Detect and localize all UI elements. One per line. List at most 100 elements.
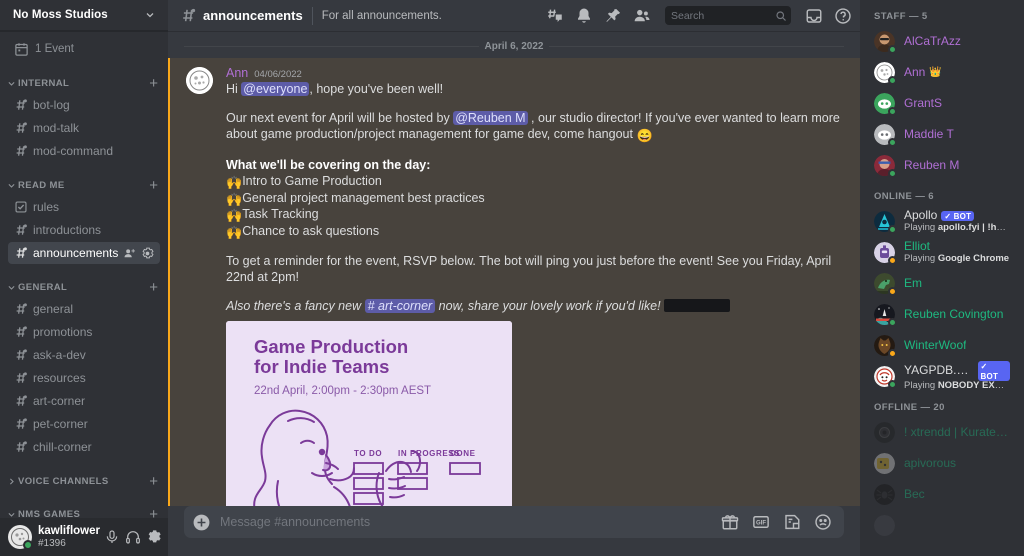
member-group-header: ONLINE — 6: [874, 191, 934, 202]
member-row[interactable]: Bec: [868, 479, 1016, 510]
attachment-image[interactable]: Game Production for Indie Teams 22nd Apr…: [226, 321, 512, 506]
channel-label: mod-talk: [33, 121, 80, 135]
announcement-hash-icon: [16, 247, 27, 258]
headphones-icon[interactable]: [124, 528, 142, 546]
member-row[interactable]: Maddie T: [868, 119, 1016, 150]
message-author[interactable]: Ann: [226, 66, 248, 80]
member-name: Maddie T: [904, 127, 954, 141]
bot-badge: ✓ BOT: [941, 210, 975, 222]
sidebar-channel-introductions[interactable]: introductions: [8, 219, 160, 241]
chevron-down-icon: [146, 13, 154, 18]
message-list: April 6, 2022 Ann 04/06/2022 Hi @everyon…: [168, 31, 860, 506]
hash-icon: [16, 99, 27, 110]
help-icon[interactable]: [834, 7, 852, 25]
microphone-icon[interactable]: [103, 528, 121, 546]
events-row[interactable]: 1 Event: [8, 38, 160, 60]
sidebar-channel-bot-log[interactable]: bot-log: [8, 94, 160, 116]
bullet-text: Task Tracking: [242, 207, 319, 221]
mention-channel[interactable]: # art-corner: [364, 299, 436, 313]
members-icon[interactable]: [633, 7, 651, 25]
member-row[interactable]: YAGPDB.xyz✓ BOTPlaying NOBODY EXPECTS T.…: [868, 361, 1016, 392]
member-activity: Playing Google Chrome: [904, 253, 1010, 264]
raised-hands-emoji: 🙌: [226, 208, 243, 223]
add-channel-button[interactable]: +: [149, 76, 160, 91]
bullet-item: 🙌Intro to Game Production: [226, 174, 844, 191]
add-channel-button[interactable]: +: [149, 178, 160, 193]
channel-topic: For all announcements.: [321, 9, 442, 22]
gear-icon[interactable]: [141, 247, 154, 260]
plus-circle-icon[interactable]: [192, 513, 211, 532]
sidebar-channel-chill-corner[interactable]: chill-corner: [8, 436, 160, 458]
mention-user[interactable]: @Reuben M: [453, 111, 528, 125]
gift-icon[interactable]: [721, 513, 739, 531]
text: now, share your lovely work if you'd lik…: [435, 299, 661, 313]
add-member-icon[interactable]: [123, 247, 136, 260]
member-row[interactable]: Apollo ✓ BOT Playing apollo.fyi | !help: [868, 206, 1016, 237]
user-identity[interactable]: kawliflower #1396: [38, 525, 103, 549]
member-row[interactable]: ! xtrendd | KurateDAO: [868, 417, 1016, 448]
category-nms-games[interactable]: NMS GAMES +: [0, 504, 168, 518]
member-row[interactable]: AlCaTrAzz: [868, 26, 1016, 57]
threads-icon[interactable]: [546, 7, 564, 25]
emoji-icon[interactable]: [814, 513, 832, 531]
sticker-icon[interactable]: [783, 513, 801, 531]
member-row[interactable]: Em: [868, 268, 1016, 299]
composer-box[interactable]: Message #announcements GIF: [184, 506, 844, 538]
member-row[interactable]: WinterWoof: [868, 330, 1016, 361]
member-name: apivorous: [904, 456, 957, 470]
channel-topbar: announcements For all announcements.: [168, 0, 860, 31]
member-row[interactable]: [868, 510, 1016, 541]
raised-hands-emoji: 🙌: [226, 191, 243, 207]
member-row[interactable]: Reuben Covington: [868, 299, 1016, 330]
avatar[interactable]: [8, 525, 33, 550]
gear-icon[interactable]: [145, 528, 163, 546]
message-rsvp-line: To get a reminder for the event, RSVP be…: [226, 254, 832, 284]
member-row[interactable]: Ann 👑: [868, 57, 1016, 88]
search-box[interactable]: [665, 6, 791, 25]
channel-label: mod-command: [33, 144, 114, 158]
mention-everyone[interactable]: @everyone: [241, 82, 310, 96]
sidebar-channel-ask-a-dev[interactable]: ask-a-dev: [8, 344, 160, 366]
sidebar-channel-art-corner[interactable]: art-corner: [8, 390, 160, 412]
member-row[interactable]: GrantS: [868, 88, 1016, 119]
message-line-1: Hi @everyone, hope you've been well!: [226, 81, 844, 97]
message-input[interactable]: Message #announcements: [220, 515, 721, 529]
status-indicator: [23, 540, 33, 550]
status-indicator: [888, 76, 897, 85]
server-header[interactable]: No Moss Studios: [0, 0, 168, 31]
rules-icon: [15, 201, 27, 213]
sidebar-channel-mod-talk[interactable]: mod-talk: [8, 117, 160, 139]
add-channel-button[interactable]: +: [149, 474, 160, 489]
sidebar-channel-resources[interactable]: resources: [8, 367, 160, 389]
channel-label: announcements: [33, 246, 119, 260]
category-general[interactable]: GENERAL +: [0, 277, 168, 297]
sidebar-channel-pet-corner[interactable]: pet-corner: [8, 413, 160, 435]
category-read-me[interactable]: READ ME +: [0, 175, 168, 195]
status-indicator: [888, 225, 897, 234]
category-voice-channels[interactable]: VOICE CHANNELS +: [0, 471, 168, 491]
member-name: WinterWoof: [904, 338, 967, 352]
sidebar-channel-promotions[interactable]: promotions: [8, 321, 160, 343]
search-input[interactable]: [671, 9, 775, 22]
member-row[interactable]: Reuben M: [868, 150, 1016, 181]
category-label: VOICE CHANNELS: [18, 475, 109, 487]
avatar: [874, 62, 897, 85]
sidebar-channel-general[interactable]: general: [8, 298, 160, 320]
raised-hands-emoji: 🙌: [226, 224, 243, 240]
bell-icon[interactable]: [575, 7, 593, 25]
member-row[interactable]: apivorous: [868, 448, 1016, 479]
sidebar-channel-mod-command[interactable]: mod-command: [8, 140, 160, 162]
sidebar-channel-announcements[interactable]: announcements: [8, 242, 160, 264]
category-internal[interactable]: INTERNAL +: [0, 73, 168, 93]
bullet-item: 🙌General project management best practic…: [226, 191, 844, 208]
avatar[interactable]: [186, 67, 213, 94]
sidebar-channel-rules[interactable]: rules: [8, 196, 160, 218]
add-channel-button[interactable]: +: [149, 280, 160, 295]
pin-icon[interactable]: [604, 7, 622, 25]
inbox-icon[interactable]: [805, 7, 823, 25]
text: Also there's a fancy new: [226, 299, 365, 313]
add-channel-button[interactable]: +: [149, 507, 160, 519]
gif-icon[interactable]: GIF: [752, 513, 770, 531]
member-row[interactable]: Elliot Playing Google Chrome: [868, 237, 1016, 268]
channel-label: bot-log: [33, 98, 70, 112]
